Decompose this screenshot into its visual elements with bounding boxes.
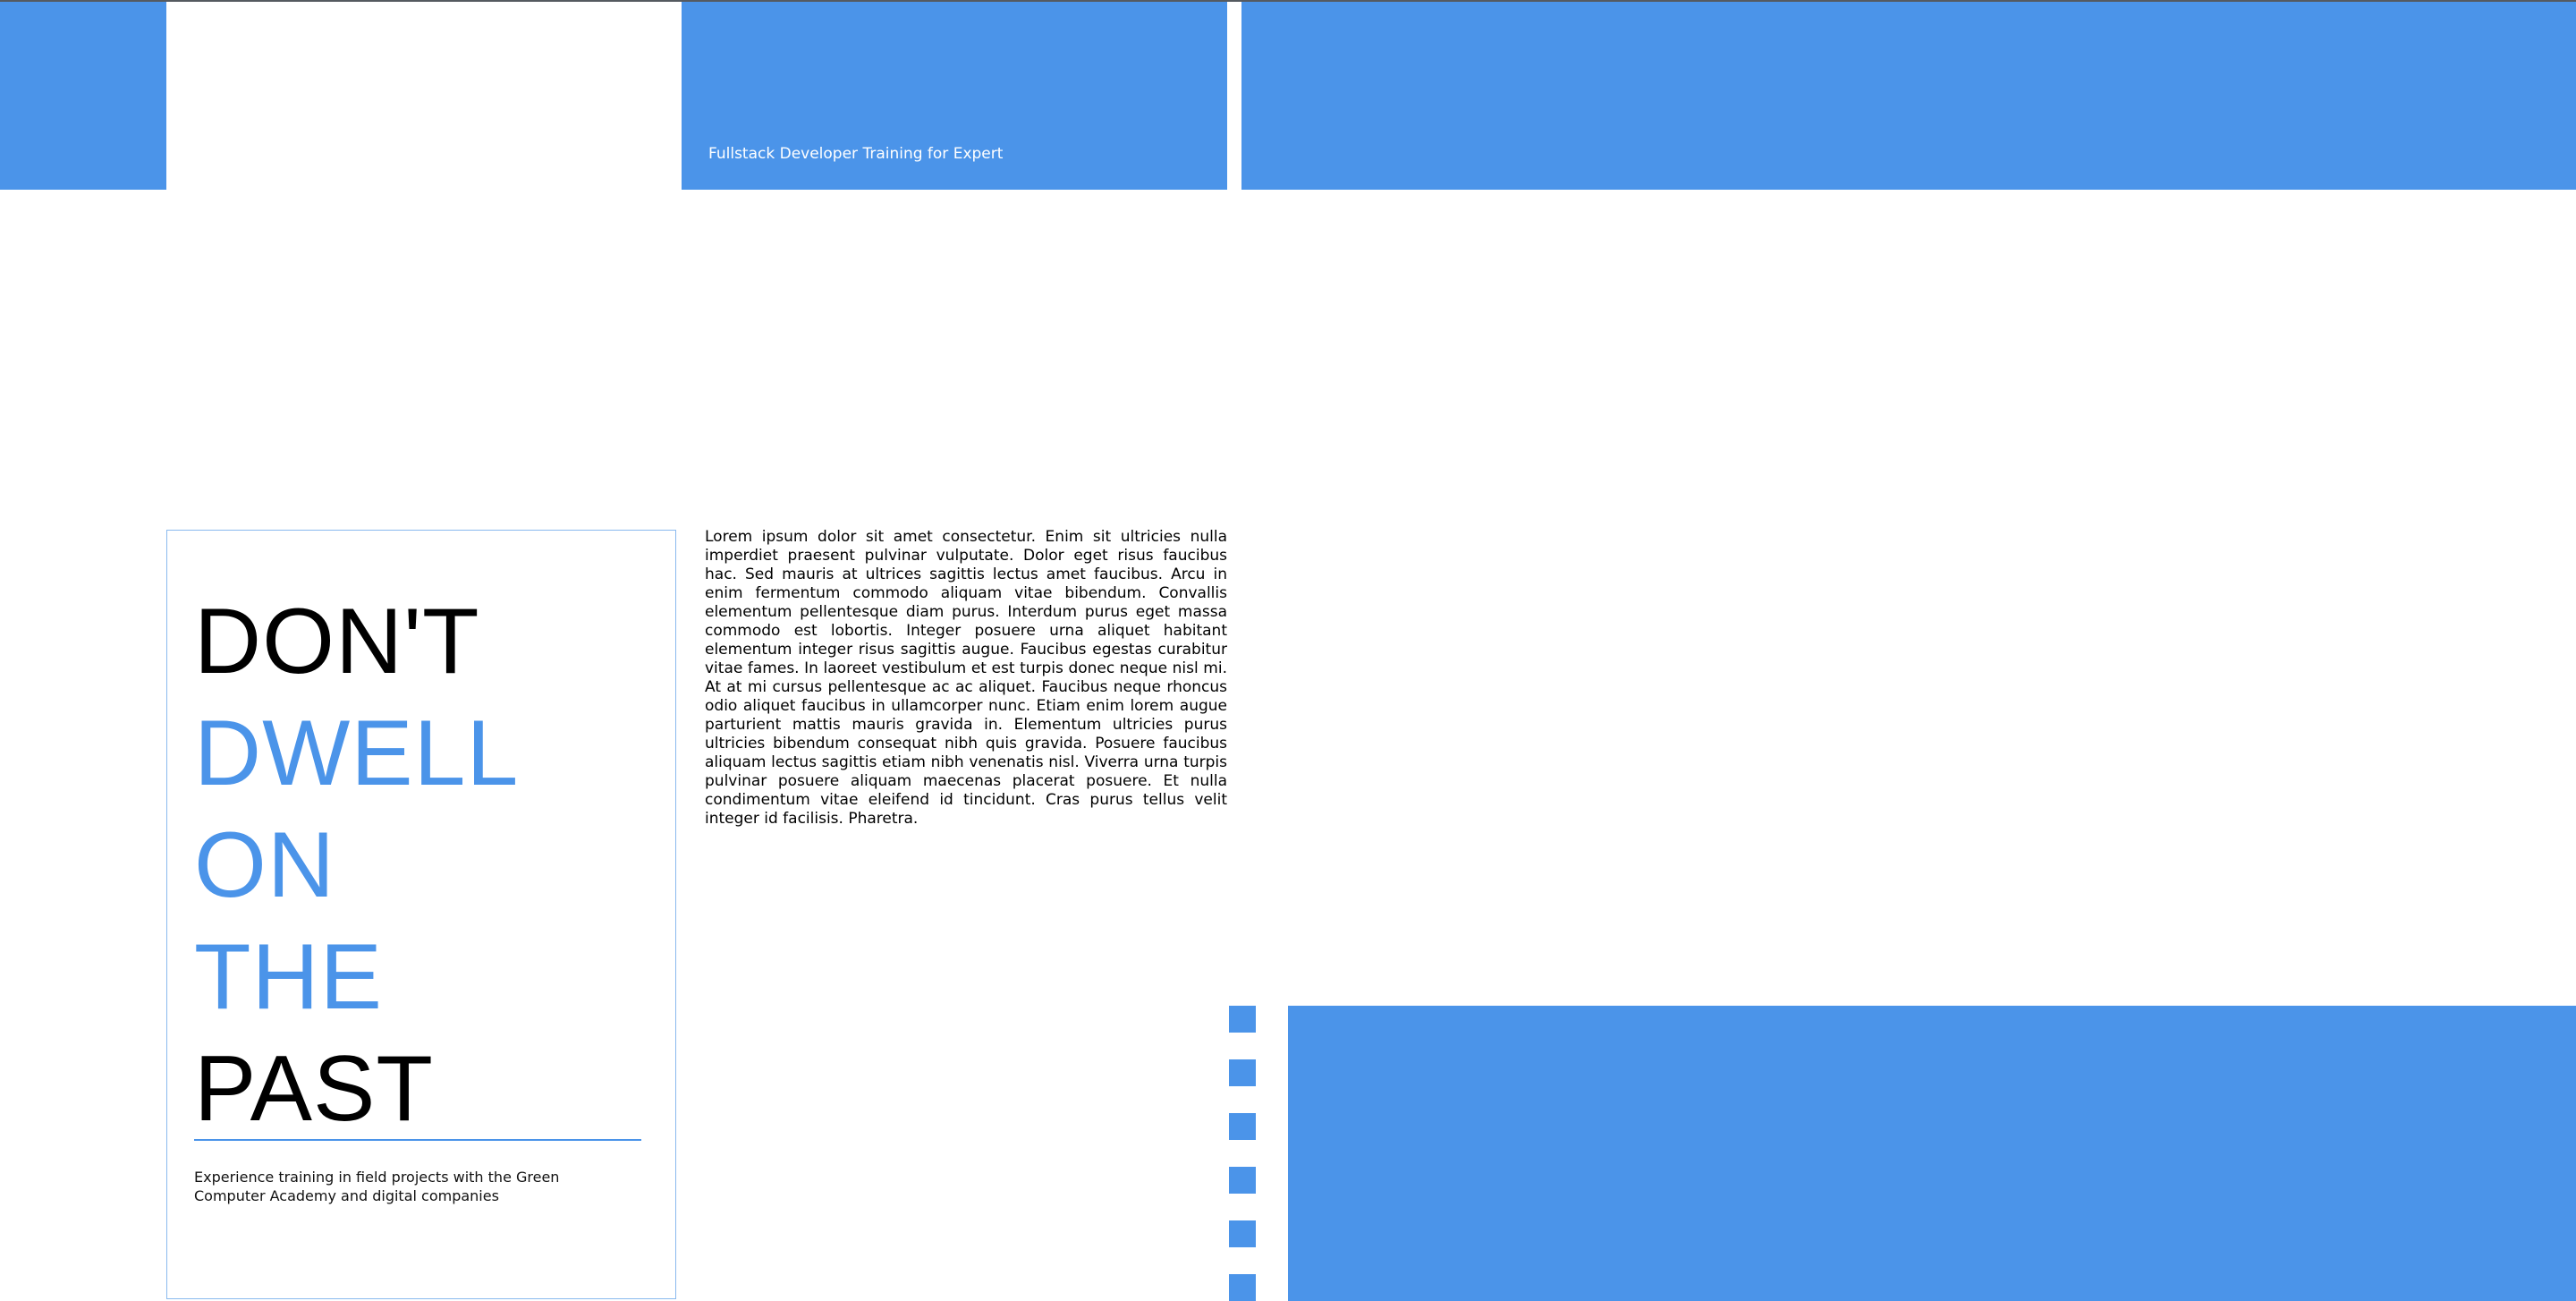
headline-line-1: DON'T <box>194 590 480 693</box>
banner-tagline: Fullstack Developer Training for Expert <box>708 145 1004 163</box>
top-left-blue-block <box>0 2 166 190</box>
card-divider <box>194 1139 641 1141</box>
page: Fullstack Developer Training for Expert … <box>0 0 2576 1301</box>
top-right-blue-block <box>1241 2 2576 190</box>
headline-line-2: DWELL <box>194 702 520 805</box>
headline: DON'T DWELL ON THE PAST <box>194 586 519 1145</box>
body-paragraph: Lorem ipsum dolor sit amet consectetur. … <box>705 528 1227 828</box>
decor-square <box>1229 1274 1256 1301</box>
headline-line-5: PAST <box>194 1037 434 1141</box>
decor-square <box>1229 1059 1256 1086</box>
headline-line-3: ON <box>194 813 335 917</box>
decor-square <box>1229 1167 1256 1194</box>
decor-square <box>1229 1113 1256 1140</box>
bottom-right-blue-block <box>1288 1006 2576 1301</box>
headline-line-4: THE <box>194 925 383 1029</box>
decor-square <box>1229 1220 1256 1247</box>
headline-card: DON'T DWELL ON THE PAST Experience train… <box>166 530 676 1299</box>
card-caption: Experience training in field projects wi… <box>194 1169 560 1204</box>
decor-square <box>1229 1006 1256 1033</box>
